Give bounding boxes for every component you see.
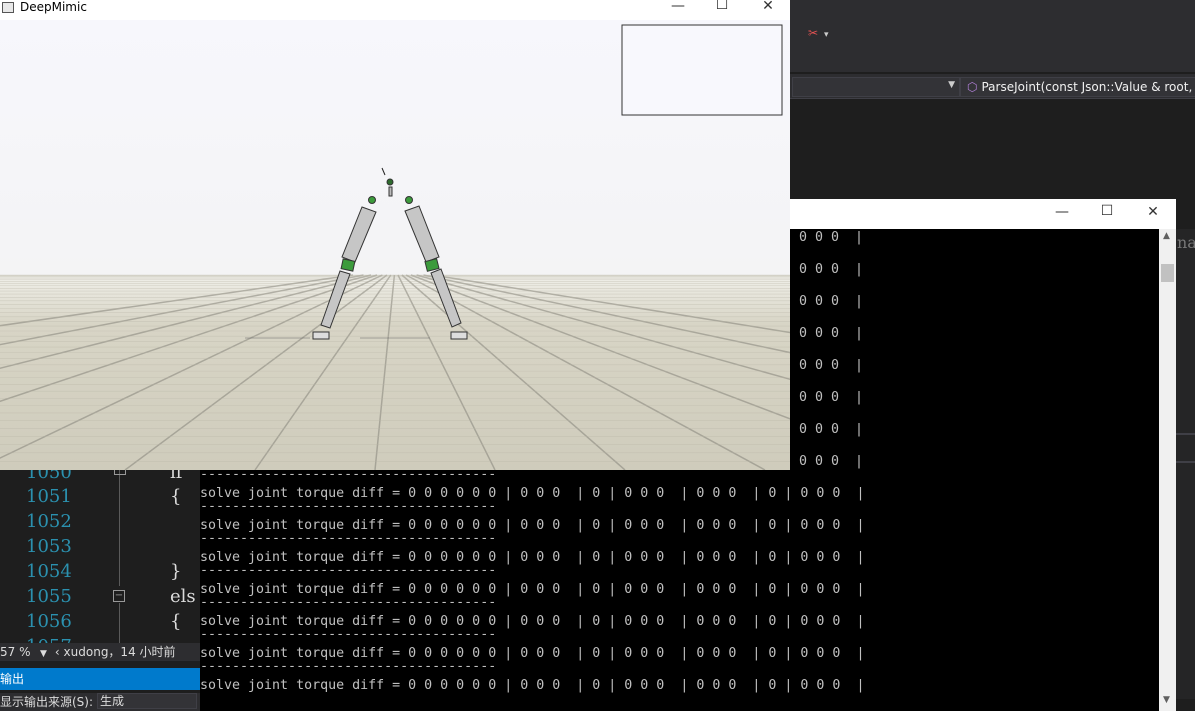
output-source-bar: 显示输出来源(S): 生成 xyxy=(0,693,200,711)
member-dropdown-label: ParseJoint(const Json::Value & root, - xyxy=(981,80,1195,94)
output-source-select[interactable]: 生成 xyxy=(97,693,198,709)
minimize-button[interactable]: — xyxy=(658,0,698,14)
line-number: 1053 xyxy=(26,536,72,557)
method-icon: ⬡ xyxy=(967,80,978,94)
code-line[interactable]: } xyxy=(170,561,181,582)
line-number: 1054 xyxy=(26,561,72,582)
console-line: 0 0 0 | xyxy=(799,358,864,373)
joint-marker xyxy=(368,196,376,204)
window-title: DeepMimic xyxy=(20,0,87,14)
scene-canvas xyxy=(0,20,790,470)
fold-guide xyxy=(119,470,120,586)
fold-guide xyxy=(119,603,120,643)
zoom-level[interactable]: 57 % xyxy=(0,643,40,661)
console-line: 0 0 0 | xyxy=(799,262,864,277)
console-scroll-thumb[interactable] xyxy=(1161,264,1174,282)
console-line: 0 0 0 | xyxy=(799,422,864,437)
codelens-author[interactable]: ‹ xudong，14 小时前 xyxy=(55,645,176,659)
console-line: 0 0 0 | xyxy=(799,230,864,245)
line-number: 1052 xyxy=(26,511,72,532)
chevron-down-icon[interactable]: ▼ xyxy=(40,649,55,659)
collapse-icon[interactable]: − xyxy=(113,590,125,602)
console-line: 0 0 0 | xyxy=(799,454,864,469)
console-line: 0 0 0 | xyxy=(799,390,864,405)
side-text: na xyxy=(1177,233,1195,252)
code-editor[interactable]: − 1050if1051{105210531054}1055els1056{10… xyxy=(0,462,200,657)
left-foot xyxy=(312,331,330,340)
close-button[interactable]: ✕ xyxy=(748,0,788,14)
line-number: 1055 xyxy=(26,586,72,607)
minimize-button[interactable]: — xyxy=(1042,204,1082,220)
close-button[interactable]: ✕ xyxy=(1133,204,1173,220)
console-separator: ------------------------------------- xyxy=(200,563,497,578)
line-number: 1056 xyxy=(26,611,72,632)
spine-segment xyxy=(388,186,393,197)
output-source-label: 显示输出来源(S): xyxy=(0,695,94,709)
console-separator: ------------------------------------- xyxy=(200,531,497,546)
editor-scrollbar[interactable]: na xyxy=(1175,229,1195,699)
vs-toolbar: ✂ ▾ xyxy=(790,0,1195,72)
member-dropdown[interactable]: ⬡ ParseJoint(const Json::Value & root, - xyxy=(960,77,1195,97)
app-icon xyxy=(2,2,14,13)
scroll-down-icon[interactable]: ▼ xyxy=(1163,695,1170,705)
editor-status-bar: 57 % ▼ ‹ xudong，14 小时前 xyxy=(0,643,200,661)
divider xyxy=(1175,461,1195,463)
code-editor-area[interactable] xyxy=(790,99,1195,199)
console-scrollbar[interactable]: ▲ ▼ xyxy=(1159,229,1176,711)
joint-marker xyxy=(386,178,394,186)
left-knee xyxy=(340,258,356,272)
console-line: 0 0 0 | xyxy=(799,326,864,341)
right-knee xyxy=(424,258,440,272)
fold-end-marker xyxy=(114,470,126,475)
console-title-bar[interactable]: — ☐ ✕ xyxy=(790,199,1176,229)
scroll-up-icon[interactable]: ▲ xyxy=(1163,231,1170,241)
console-separator: ------------------------------------- xyxy=(200,499,497,514)
maximize-button[interactable]: ☐ xyxy=(702,0,742,13)
scope-dropdown[interactable]: ▼ xyxy=(792,77,960,97)
divider xyxy=(1175,433,1195,435)
console-torque-line: solve joint torque diff = 0 0 0 0 0 0 | … xyxy=(200,678,865,693)
toolbar-icon[interactable]: ✂ xyxy=(808,26,820,40)
toolbar-dropdown-icon[interactable]: ▾ xyxy=(824,30,829,40)
console-separator: ------------------------------------- xyxy=(200,659,497,674)
code-line[interactable]: { xyxy=(170,486,181,507)
deepmimic-title-bar[interactable]: — ☐ ✕ xyxy=(0,0,790,20)
code-line[interactable]: { xyxy=(170,611,181,632)
minimap-panel xyxy=(621,24,783,116)
simulation-viewport[interactable] xyxy=(0,20,790,470)
console-separator: ------------------------------------- xyxy=(200,595,497,610)
console-line: 0 0 0 | xyxy=(799,294,864,309)
maximize-button[interactable]: ☐ xyxy=(1087,203,1127,219)
code-line[interactable]: els xyxy=(170,586,196,607)
line-number: 1051 xyxy=(26,486,72,507)
output-panel-header: 输出 xyxy=(0,668,200,690)
joint-marker xyxy=(405,196,413,204)
chevron-down-icon: ▼ xyxy=(948,80,955,90)
console-separator: ------------------------------------- xyxy=(200,467,497,482)
right-foot xyxy=(450,331,468,340)
console-separator: ------------------------------------- xyxy=(200,627,497,642)
